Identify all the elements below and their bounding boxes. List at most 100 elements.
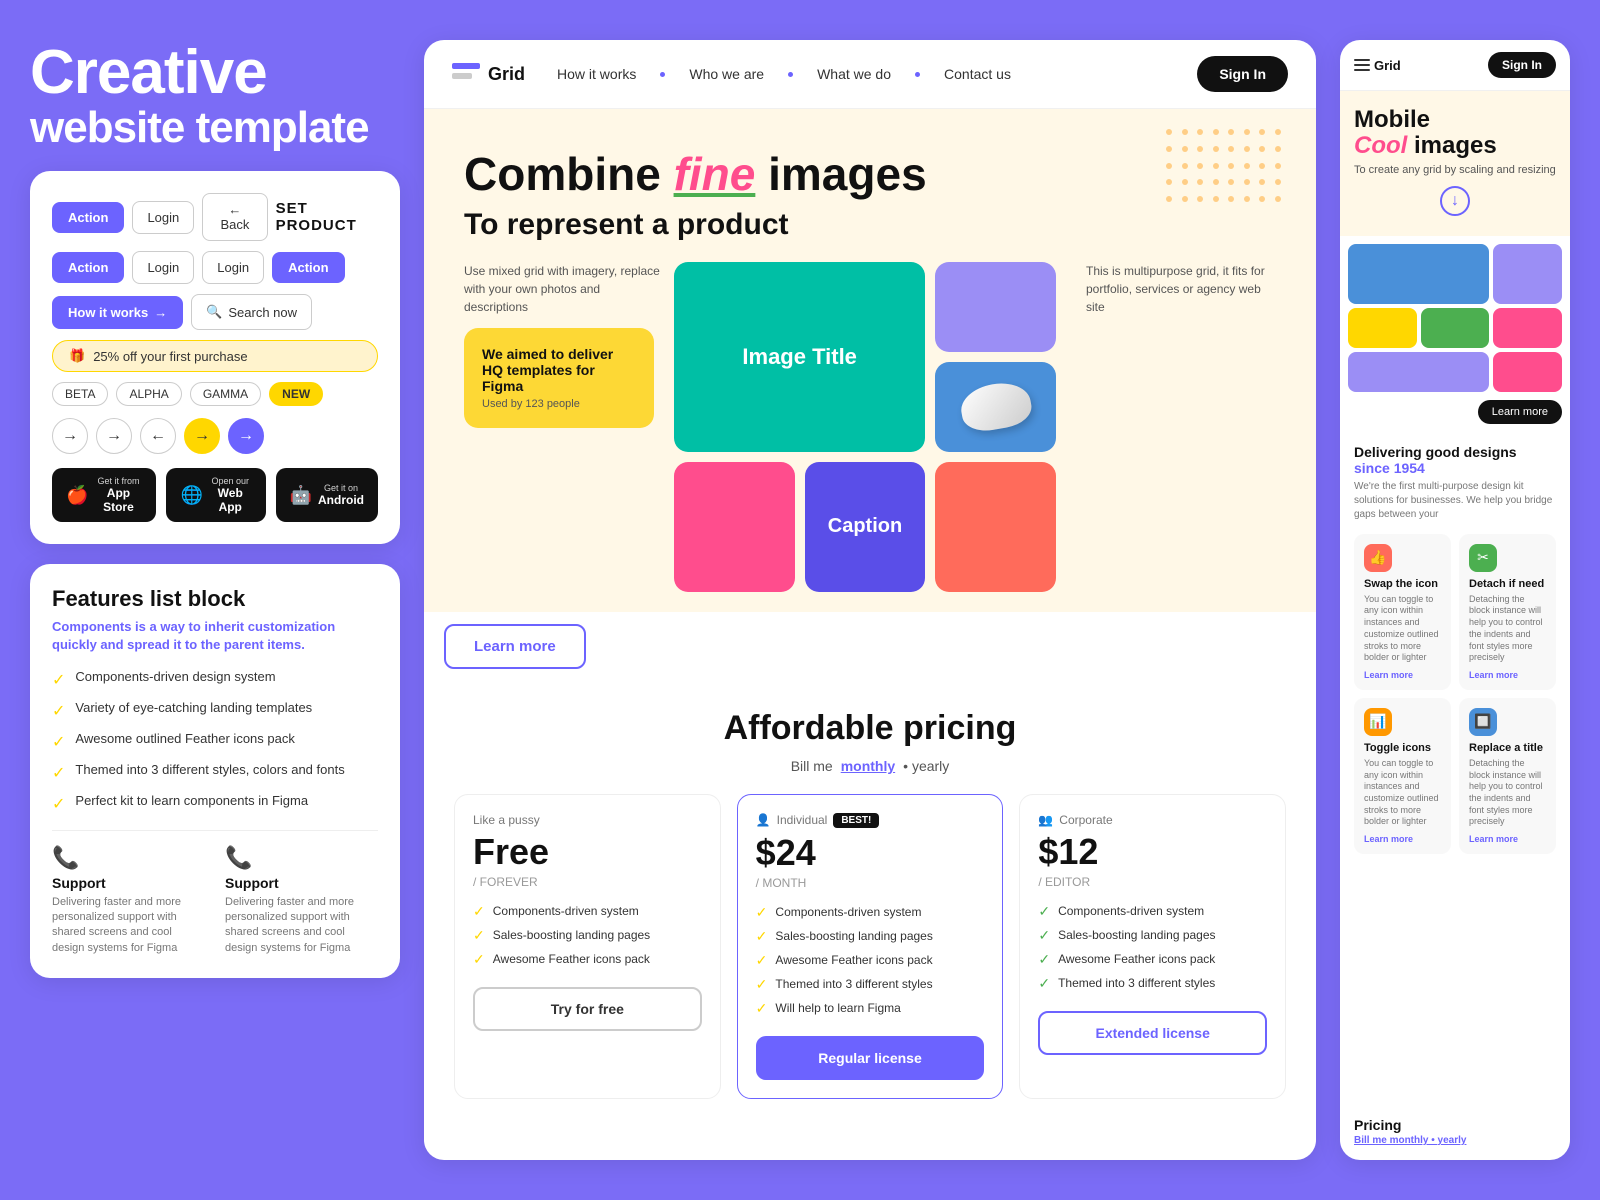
nav-link-who-we-are[interactable]: Who we are — [689, 66, 764, 82]
price-feature: ✓Awesome Feather icons pack — [1038, 951, 1267, 968]
check-icon: ✓ — [52, 670, 65, 690]
mobile-pricing: Pricing Bill me monthly • yearly — [1340, 1109, 1570, 1160]
plan-period-individual: / MONTH — [756, 876, 985, 890]
btn-row-1: Action Login ← Back SET PRODUCT — [52, 193, 378, 241]
web-app-button[interactable]: 🌐 Open our Web App — [166, 468, 265, 522]
login-button-1[interactable]: Login — [132, 201, 194, 234]
feature-item: ✓ Themed into 3 different styles, colors… — [52, 762, 378, 783]
discount-badge: 🎁 25% off your first purchase — [52, 340, 378, 372]
swap-learn-more[interactable]: Learn more — [1364, 670, 1441, 680]
arrow-left-2[interactable]: → — [96, 418, 132, 454]
toggle-title: Toggle icons — [1364, 742, 1441, 754]
right-panel-mobile: Grid Sign In Mobile Cool images To creat… — [1340, 40, 1570, 1160]
mobile-feature-item-2: ✂ Detach if need Detaching the block ins… — [1459, 534, 1556, 690]
yellow-card-title: We aimed to deliver HQ templates for Fig… — [482, 346, 636, 394]
detach-icon: ✂ — [1469, 544, 1497, 572]
mobile-since-title: Delivering good designs since 1954 — [1354, 444, 1556, 476]
nav-dot-2 — [788, 72, 793, 77]
plan-period-free: / FOREVER — [473, 875, 702, 889]
caption-block: Caption — [805, 462, 926, 592]
hero-section: // dots rendered inline below Combine fi… — [424, 109, 1316, 612]
how-it-works-button[interactable]: How it works → — [52, 296, 183, 329]
regular-license-button[interactable]: Regular license — [756, 1036, 985, 1080]
replace-learn-more[interactable]: Learn more — [1469, 834, 1546, 844]
back-button[interactable]: ← Back — [202, 193, 267, 241]
toggle-icon: 📊 — [1364, 708, 1392, 736]
mobile-learn-more-button[interactable]: Learn more — [1478, 400, 1562, 424]
check-icon: ✓ — [1038, 951, 1050, 968]
mobile-learn-more: Learn more — [1340, 400, 1570, 432]
check-icon: ✓ — [473, 903, 485, 920]
check-icon: ✓ — [473, 927, 485, 944]
try-free-button[interactable]: Try for free — [473, 987, 702, 1031]
page-wrapper: Creative website template Action Login ←… — [0, 0, 1600, 1200]
check-icon: ✓ — [756, 928, 768, 945]
arrow-right-yellow[interactable]: → — [184, 418, 220, 454]
login-button-2[interactable]: Login — [132, 251, 194, 284]
check-icon: ✓ — [52, 701, 65, 721]
mobile-sign-in-button[interactable]: Sign In — [1488, 52, 1556, 78]
grid-pink-block — [674, 462, 795, 592]
feature-item: ✓ Components-driven design system — [52, 669, 378, 690]
nav-link-how-it-works[interactable]: How it works — [557, 66, 636, 82]
feature-item: ✓ Variety of eye-catching landing templa… — [52, 700, 378, 721]
plan-period-corporate: / EDITOR — [1038, 875, 1267, 889]
mobile-hero-sub: To create any grid by scaling and resizi… — [1354, 164, 1556, 176]
extended-license-button[interactable]: Extended license — [1038, 1011, 1267, 1055]
search-icon: 🔍 — [206, 304, 222, 320]
mobile-features-grid: 👍 Swap the icon You can toggle to any ic… — [1354, 534, 1556, 854]
sign-in-button[interactable]: Sign In — [1197, 56, 1288, 92]
support-row: 📞 Support Delivering faster and more per… — [52, 830, 378, 957]
action-button-2[interactable]: Action — [52, 252, 124, 283]
login-button-3[interactable]: Login — [202, 251, 264, 284]
alpha-badge: ALPHA — [116, 382, 181, 406]
toggle-learn-more[interactable]: Learn more — [1364, 834, 1441, 844]
price-feature: ✓Components-driven system — [473, 903, 702, 920]
nav-link-contact[interactable]: Contact us — [944, 66, 1011, 82]
free-plan-card: Like a pussy Free / FOREVER ✓Components-… — [454, 794, 721, 1099]
arrow-left-1[interactable]: → — [52, 418, 88, 454]
detach-learn-more[interactable]: Learn more — [1469, 670, 1546, 680]
pricing-cards: Like a pussy Free / FOREVER ✓Components-… — [454, 794, 1286, 1099]
gamma-badge: GAMMA — [190, 382, 261, 406]
nav-link-what-we-do[interactable]: What we do — [817, 66, 891, 82]
nav-dot-3 — [915, 72, 920, 77]
yellow-card-sub: Used by 123 people — [482, 398, 636, 410]
features-card: Features list block Components is a way … — [30, 564, 400, 978]
arrow-left-3[interactable]: ← — [140, 418, 176, 454]
mobile-hero: Mobile Cool images To create any grid by… — [1340, 91, 1570, 236]
mobile-pricing-toggle: Bill me monthly • yearly — [1354, 1135, 1556, 1146]
price-feature: ✓Sales-boosting landing pages — [473, 927, 702, 944]
navbar: Grid How it works Who we are What we do … — [424, 40, 1316, 109]
phone-icon-2: 📞 — [225, 845, 378, 871]
middle-panel: Grid How it works Who we are What we do … — [424, 40, 1316, 1160]
mobile-nav: Grid Sign In — [1340, 40, 1570, 91]
action-button-3[interactable]: Action — [272, 252, 344, 283]
mobile-grid-red — [1493, 352, 1562, 392]
android-button[interactable]: 🤖 Get it on Android — [276, 468, 378, 522]
mobile-logo: Grid — [1374, 58, 1401, 73]
search-now-button[interactable]: 🔍 Search now — [191, 294, 312, 330]
grid-logo-icon — [452, 63, 480, 85]
app-store-button[interactable]: 🍎 Get it from App Store — [52, 468, 156, 522]
action-button-1[interactable]: Action — [52, 202, 124, 233]
grid-top: Image Title — [674, 262, 1056, 452]
hamburger-icon[interactable] — [1354, 59, 1370, 71]
web-icon: 🌐 — [180, 485, 202, 506]
mobile-feature-item-1: 👍 Swap the icon You can toggle to any ic… — [1354, 534, 1451, 690]
detach-desc: Detaching the block instance will help y… — [1469, 594, 1546, 664]
learn-more-button[interactable]: Learn more — [444, 624, 586, 669]
hero-dots: // dots rendered inline below — [1166, 129, 1286, 209]
scroll-down-button[interactable]: ↓ — [1440, 186, 1470, 216]
plan-price-corporate: $12 — [1038, 831, 1267, 873]
title-line2: website template — [30, 105, 400, 151]
features-list: ✓ Components-driven design system ✓ Vari… — [52, 669, 378, 814]
feature-item: ✓ Awesome outlined Feather icons pack — [52, 731, 378, 752]
tag-badge-row: BETA ALPHA GAMMA NEW — [52, 382, 378, 406]
learn-more-section: Learn more — [424, 612, 1316, 681]
arrow-right-purple[interactable]: → — [228, 418, 264, 454]
individual-plan-card: 👤 Individual BEST! $24 / MONTH ✓Componen… — [737, 794, 1004, 1099]
price-feature: ✓Components-driven system — [1038, 903, 1267, 920]
plan-label-free: Like a pussy — [473, 813, 702, 827]
nav-dot-1 — [660, 72, 665, 77]
